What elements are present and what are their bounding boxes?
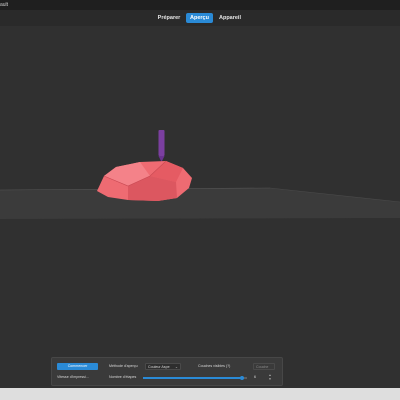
scene-canvas bbox=[0, 130, 400, 219]
layers-select[interactable]: Couche bbox=[253, 363, 275, 370]
steps-stepper[interactable]: ▲ ▼ bbox=[267, 373, 273, 381]
steps-slider[interactable] bbox=[143, 375, 247, 380]
tab-preview[interactable]: Aperçu bbox=[186, 13, 213, 23]
layers-label: Couches visibles (?) bbox=[198, 364, 231, 368]
tab-device[interactable]: Appareil bbox=[215, 13, 245, 23]
start-button[interactable]: Commencer bbox=[57, 363, 98, 370]
build-plate bbox=[0, 188, 400, 219]
steps-slider-handle[interactable] bbox=[239, 375, 244, 380]
3d-viewport[interactable] bbox=[0, 26, 400, 388]
chevron-down-icon: ⌄ bbox=[174, 365, 178, 369]
layers-value: Couche bbox=[256, 365, 269, 369]
taskbar-strip bbox=[0, 388, 400, 400]
steps-value: 6 bbox=[254, 375, 256, 379]
window-titlebar: ault bbox=[0, 0, 400, 10]
stage-menu: Préparer Aperçu Appareil bbox=[0, 10, 400, 26]
window-title: ault bbox=[0, 2, 9, 8]
tab-prepare[interactable]: Préparer bbox=[154, 13, 184, 23]
preview-panel: Commencer Méthode d'aperçu Couleur Aspe … bbox=[51, 357, 283, 386]
nozzle-icon bbox=[158, 130, 165, 156]
steps-label: Nombre d'étapes bbox=[109, 375, 137, 379]
steps-slider-fill bbox=[143, 377, 242, 379]
method-value: Couleur Aspe bbox=[148, 365, 170, 369]
print-speed-label: Vitesse d'impressi... bbox=[57, 375, 89, 379]
stepper-down-icon[interactable]: ▼ bbox=[267, 377, 273, 381]
method-dropdown[interactable]: Couleur Aspe ⌄ bbox=[145, 363, 181, 370]
method-label: Méthode d'aperçu bbox=[109, 364, 138, 368]
